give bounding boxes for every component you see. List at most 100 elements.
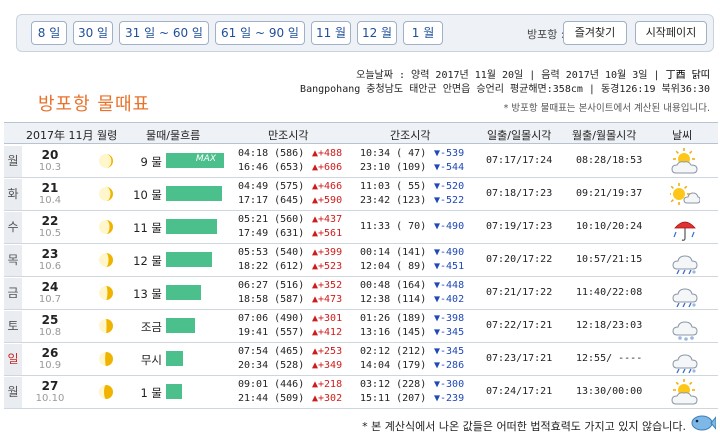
today-date-line: 오늘날짜 : 양력 2017년 11월 20일 | 음력 2017년 10월 3… bbox=[356, 66, 710, 81]
header-month-moon: 2017年 11月 월령 bbox=[26, 129, 118, 142]
low-tide-2: 23:42 (123) bbox=[360, 195, 427, 206]
low-tide-1-diff: ▼-398 bbox=[434, 313, 465, 324]
lunar-date: 10.7 bbox=[38, 294, 62, 305]
high-tide-2: 17:17 (645) bbox=[238, 195, 305, 206]
high-tide-1-diff: ▲+301 bbox=[312, 313, 343, 324]
nav-61-90days-button[interactable]: 61 일 ~ 90 일 bbox=[215, 21, 305, 45]
high-tide-2-diff: ▲+302 bbox=[312, 393, 343, 404]
high-tide-2-diff: ▲+590 bbox=[312, 195, 343, 206]
solar-day: 26 bbox=[41, 346, 59, 360]
high-tide-2-diff: ▲+473 bbox=[312, 294, 343, 305]
weekday-label: 금 bbox=[4, 278, 22, 309]
lunar-date: 10.9 bbox=[38, 360, 62, 371]
high-tide-2: 18:58 (587) bbox=[238, 294, 305, 305]
high-tide-1: 07:54 (465) bbox=[238, 346, 305, 357]
sunrise-sunset-time: 07:19/17:23 bbox=[486, 221, 553, 232]
tide-flow-bar bbox=[166, 252, 212, 267]
low-tide-1-diff: ▼-300 bbox=[434, 379, 465, 390]
weekday-label: 월 bbox=[4, 146, 22, 177]
table-row: 일 26 10.9 무시 07:54 (465) ▲+253 20:34 (528) ▲+34… bbox=[4, 343, 718, 376]
snow-cloud-weather-icon bbox=[672, 321, 698, 341]
low-tide-1: 00:48 (164) bbox=[360, 280, 427, 291]
high-tide-2: 20:34 (528) bbox=[238, 360, 305, 371]
table-row: 월 20 10.3 9 물 MAX 04:18 (586) ▲+488 16:46 (653)… bbox=[4, 145, 718, 178]
nav-month-11-button[interactable]: 11 월 bbox=[311, 21, 351, 45]
rain-snow-weather-icon bbox=[672, 288, 698, 308]
moon-phase-icon bbox=[99, 220, 113, 234]
tide-flow-bar bbox=[166, 384, 182, 399]
favorites-button[interactable]: 즐겨찾기 bbox=[563, 21, 627, 45]
moon-phase-icon bbox=[99, 319, 113, 333]
rain-snow-weather-icon bbox=[672, 354, 698, 374]
high-tide-1: 09:01 (446) bbox=[238, 379, 305, 390]
high-tide-1-diff: ▲+466 bbox=[312, 181, 343, 192]
moon-phase-icon bbox=[99, 385, 113, 399]
nav-8days-button[interactable]: 8 일 bbox=[31, 21, 67, 45]
moon-phase-icon bbox=[99, 154, 113, 168]
rain-snow-weather-icon bbox=[672, 255, 698, 275]
nav-month-12-button[interactable]: 12 월 bbox=[357, 21, 397, 45]
low-tide-2-diff: ▼-286 bbox=[434, 360, 465, 371]
solar-day: 21 bbox=[41, 181, 59, 195]
high-tide-2: 18:22 (612) bbox=[238, 261, 305, 272]
table-row: 화 21 10.4 10 물 04:49 (575) ▲+466 17:17 (645) ▲+… bbox=[4, 178, 718, 211]
low-tide-2-diff: ▼-451 bbox=[434, 261, 465, 272]
weekday-label: 화 bbox=[4, 179, 22, 210]
tide-flow-bar: MAX bbox=[166, 153, 224, 168]
location-label: 방포항 : bbox=[527, 28, 565, 41]
low-tide-1-diff: ▼-490 bbox=[434, 221, 465, 232]
table-header: 2017年 11月 월령 물때/물흐름 만조시각 간조시각 일출/일몰시각 월출… bbox=[4, 122, 718, 144]
nav-30days-button[interactable]: 30 일 bbox=[73, 21, 113, 45]
low-tide-1: 00:14 (141) bbox=[360, 247, 427, 258]
moonrise-moonset-time: 12:55/ ---- bbox=[576, 353, 643, 364]
tide-phase-label: 무시 bbox=[140, 353, 162, 367]
solar-day: 22 bbox=[41, 214, 59, 228]
tide-flow-bar bbox=[166, 186, 222, 201]
low-tide-2-diff: ▼-544 bbox=[434, 162, 465, 173]
sunrise-sunset-time: 07:23/17:21 bbox=[486, 353, 553, 364]
high-tide-1-diff: ▲+218 bbox=[312, 379, 343, 390]
header-weather: 날씨 bbox=[672, 129, 693, 142]
tide-phase-label: 10 물 bbox=[133, 188, 162, 202]
low-tide-2: 12:04 ( 89) bbox=[360, 261, 427, 272]
moonrise-moonset-time: 10:57/21:15 bbox=[576, 254, 643, 265]
high-tide-2-diff: ▲+523 bbox=[312, 261, 343, 272]
table-row: 토 25 10.8 조금 07:06 (490) ▲+301 19:41 (557) ▲+41… bbox=[4, 310, 718, 343]
sunrise-sunset-time: 07:21/17:22 bbox=[486, 287, 553, 298]
low-tide-1-diff: ▼-448 bbox=[434, 280, 465, 291]
low-tide-1: 03:12 (228) bbox=[360, 379, 427, 390]
tide-flow-bar bbox=[166, 351, 183, 366]
nav-31-60days-button[interactable]: 31 일 ~ 60 일 bbox=[119, 21, 209, 45]
moonrise-moonset-time: 08:28/18:53 bbox=[576, 155, 643, 166]
high-tide-1: 05:53 (540) bbox=[238, 247, 305, 258]
lunar-date: 10.10 bbox=[35, 393, 65, 404]
sun-cloud-weather-icon bbox=[671, 379, 698, 405]
sunrise-sunset-time: 07:22/17:21 bbox=[486, 320, 553, 331]
homepage-button[interactable]: 시작페이지 bbox=[635, 21, 707, 45]
solar-day: 23 bbox=[41, 247, 59, 261]
low-tide-1-diff: ▼-345 bbox=[434, 346, 465, 357]
moonrise-moonset-time: 10:10/20:24 bbox=[576, 221, 643, 232]
low-tide-1: 11:33 ( 70) bbox=[360, 221, 427, 232]
tide-phase-label: 9 물 bbox=[140, 155, 162, 169]
solar-day: 24 bbox=[41, 280, 59, 294]
lunar-date: 10.6 bbox=[38, 261, 62, 272]
weekday-label: 토 bbox=[4, 311, 22, 342]
table-row: 목 23 10.6 12 물 05:53 (540) ▲+399 18:22 (612) ▲+… bbox=[4, 244, 718, 277]
high-tide-2: 19:41 (557) bbox=[238, 327, 305, 338]
sunrise-sunset-time: 07:17/17:24 bbox=[486, 155, 553, 166]
moonrise-moonset-time: 12:18/23:03 bbox=[576, 320, 643, 331]
nav-month-1-button[interactable]: 1 월 bbox=[403, 21, 443, 45]
sunrise-sunset-time: 07:18/17:23 bbox=[486, 188, 553, 199]
low-tide-2-diff: ▼-402 bbox=[434, 294, 465, 305]
sunrise-sunset-time: 07:20/17:22 bbox=[486, 254, 553, 265]
high-tide-2-diff: ▲+606 bbox=[312, 162, 343, 173]
moon-phase-icon bbox=[99, 253, 113, 267]
high-tide-1-diff: ▲+437 bbox=[312, 214, 343, 225]
moonrise-moonset-time: 09:21/19:37 bbox=[576, 188, 643, 199]
table-row: 금 24 10.7 13 물 06:27 (516) ▲+352 18:58 (587) ▲+… bbox=[4, 277, 718, 310]
high-tide-2: 17:49 (631) bbox=[238, 228, 305, 239]
table-row: 월 27 10.10 1 물 09:01 (446) ▲+218 21:44 (509) ▲+… bbox=[4, 376, 718, 409]
moon-phase-icon bbox=[99, 286, 113, 300]
high-tide-2: 21:44 (509) bbox=[238, 393, 305, 404]
